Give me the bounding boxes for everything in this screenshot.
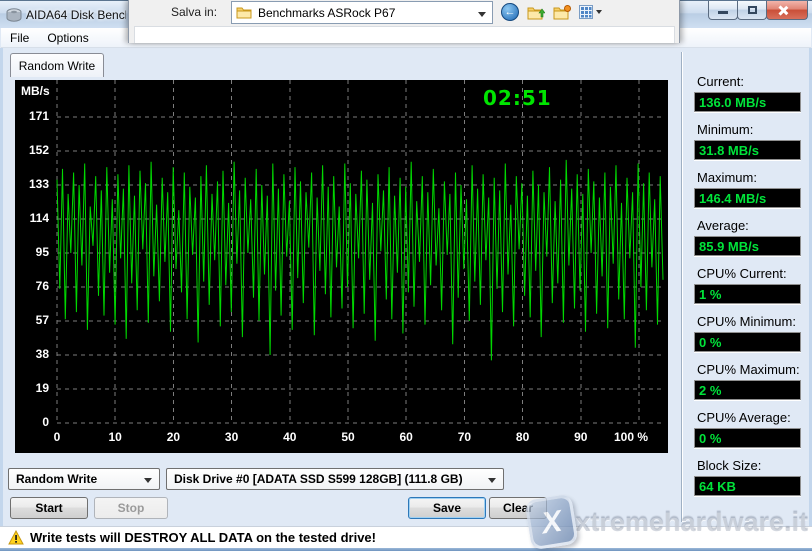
up-folder-icon[interactable] xyxy=(527,5,545,20)
stat-label: Average: xyxy=(694,218,804,233)
minimize-button[interactable] xyxy=(708,1,738,20)
start-button[interactable]: Start xyxy=(10,497,88,519)
close-button[interactable] xyxy=(766,1,808,20)
x-axis-tick: 10 xyxy=(109,430,122,444)
chevron-down-icon xyxy=(144,478,152,483)
minimize-icon xyxy=(718,11,728,14)
stat-row: Average: 85.9 MB/s xyxy=(694,218,804,256)
y-axis-tick: 57 xyxy=(15,313,49,327)
x-axis-tick: 20 xyxy=(167,430,180,444)
save-in-label: Salva in: xyxy=(171,5,217,19)
stat-label: CPU% Minimum: xyxy=(694,314,804,329)
stat-label: Maximum: xyxy=(694,170,804,185)
x-axis-tick: 30 xyxy=(225,430,238,444)
warning-icon xyxy=(8,530,24,545)
tab-random-write[interactable]: Random Write xyxy=(10,53,104,77)
new-folder-icon[interactable] xyxy=(553,5,571,20)
stat-row: Block Size: 64 KB xyxy=(694,458,804,496)
stat-row: Maximum: 146.4 MB/s xyxy=(694,170,804,208)
x-axis-tick: 40 xyxy=(283,430,296,444)
y-axis-tick: 19 xyxy=(15,381,49,395)
stat-row: CPU% Minimum: 0 % xyxy=(694,314,804,352)
chevron-down-icon xyxy=(488,478,496,483)
x-axis-tick: 0 xyxy=(54,430,61,444)
window-left-border xyxy=(0,48,3,548)
file-list[interactable] xyxy=(134,26,675,43)
test-type-select[interactable]: Random Write xyxy=(8,468,160,490)
stat-label: CPU% Average: xyxy=(694,410,804,425)
stat-value: 85.9 MB/s xyxy=(694,236,801,256)
x-axis-tick: 60 xyxy=(400,430,413,444)
folder-icon xyxy=(236,6,252,19)
menu-item-file[interactable]: File xyxy=(1,29,38,47)
x-axis-tick: 100 % xyxy=(614,430,648,444)
stop-button[interactable]: Stop xyxy=(94,497,168,519)
menu-item-options[interactable]: Options xyxy=(38,29,97,47)
drive-select[interactable]: Disk Drive #0 [ADATA SSD S599 128GB] (11… xyxy=(166,468,504,490)
y-axis-tick: 38 xyxy=(15,347,49,361)
warning-bar: Write tests will DESTROY ALL DATA on the… xyxy=(0,526,812,548)
stat-label: CPU% Maximum: xyxy=(694,362,804,377)
y-axis-unit-label: MB/s xyxy=(21,84,50,98)
y-axis-tick: 133 xyxy=(15,177,49,191)
x-axis-tick: 80 xyxy=(516,430,529,444)
stat-row: CPU% Maximum: 2 % xyxy=(694,362,804,400)
y-axis-tick: 76 xyxy=(15,279,49,293)
stat-value: 0 % xyxy=(694,332,801,352)
stat-row: Minimum: 31.8 MB/s xyxy=(694,122,804,160)
elapsed-timer: 02:51 xyxy=(483,86,552,110)
stats-panel: Current: 136.0 MB/s Minimum: 31.8 MB/s Maxim… xyxy=(694,74,804,506)
stat-value: 146.4 MB/s xyxy=(694,188,801,208)
client-area: Random Write MB/s 171 152 133 114 95 76 57 38 19… xyxy=(0,48,812,526)
clear-button[interactable]: Clear xyxy=(489,497,547,519)
stat-row: CPU% Average: 0 % xyxy=(694,410,804,448)
y-axis-tick: 95 xyxy=(15,245,49,259)
stat-label: CPU% Current: xyxy=(694,266,804,281)
stat-label: Minimum: xyxy=(694,122,804,137)
stat-value: 31.8 MB/s xyxy=(694,140,801,160)
stat-value: 1 % xyxy=(694,284,801,304)
disk-icon xyxy=(6,7,22,23)
y-axis-tick: 171 xyxy=(15,109,49,123)
chevron-down-icon xyxy=(478,12,486,17)
stat-label: Block Size: xyxy=(694,458,804,473)
stat-value: 0 % xyxy=(694,428,801,448)
window-title: AIDA64 Disk Bench xyxy=(26,8,126,22)
selected-folder-name: Benchmarks ASRock P67 xyxy=(258,6,395,20)
warning-text: Write tests will DESTROY ALL DATA on the… xyxy=(30,530,376,545)
stat-value: 64 KB xyxy=(694,476,801,496)
stat-value: 2 % xyxy=(694,380,801,400)
chart-panel: MB/s 171 152 133 114 95 76 57 38 19 0 0 10 20 30 40 50… xyxy=(15,80,668,453)
y-axis-tick: 152 xyxy=(15,143,49,157)
save-button[interactable]: Save xyxy=(408,497,486,519)
view-menu-icon[interactable] xyxy=(579,5,602,19)
stat-label: Current: xyxy=(694,74,804,89)
x-axis-tick: 70 xyxy=(458,430,471,444)
chart-series-line xyxy=(57,160,663,361)
x-axis-tick: 90 xyxy=(574,430,587,444)
benchmark-chart xyxy=(15,80,668,453)
back-icon[interactable]: ← xyxy=(501,3,519,21)
stat-row: CPU% Current: 1 % xyxy=(694,266,804,304)
y-axis-tick: 0 xyxy=(15,415,49,429)
y-axis-tick: 114 xyxy=(15,211,49,225)
aida64-window: AIDA64 Disk Bench File Options Random Wr… xyxy=(0,0,812,551)
maximize-button[interactable] xyxy=(737,1,767,20)
folder-combobox[interactable]: Benchmarks ASRock P67 xyxy=(231,1,493,24)
save-dialog: Salva in: Benchmarks ASRock P67 ← xyxy=(128,0,680,43)
x-axis-tick: 50 xyxy=(341,430,354,444)
maximize-icon xyxy=(748,6,757,14)
stat-value: 136.0 MB/s xyxy=(694,92,801,112)
panel-divider xyxy=(681,52,683,522)
stat-row: Current: 136.0 MB/s xyxy=(694,74,804,112)
